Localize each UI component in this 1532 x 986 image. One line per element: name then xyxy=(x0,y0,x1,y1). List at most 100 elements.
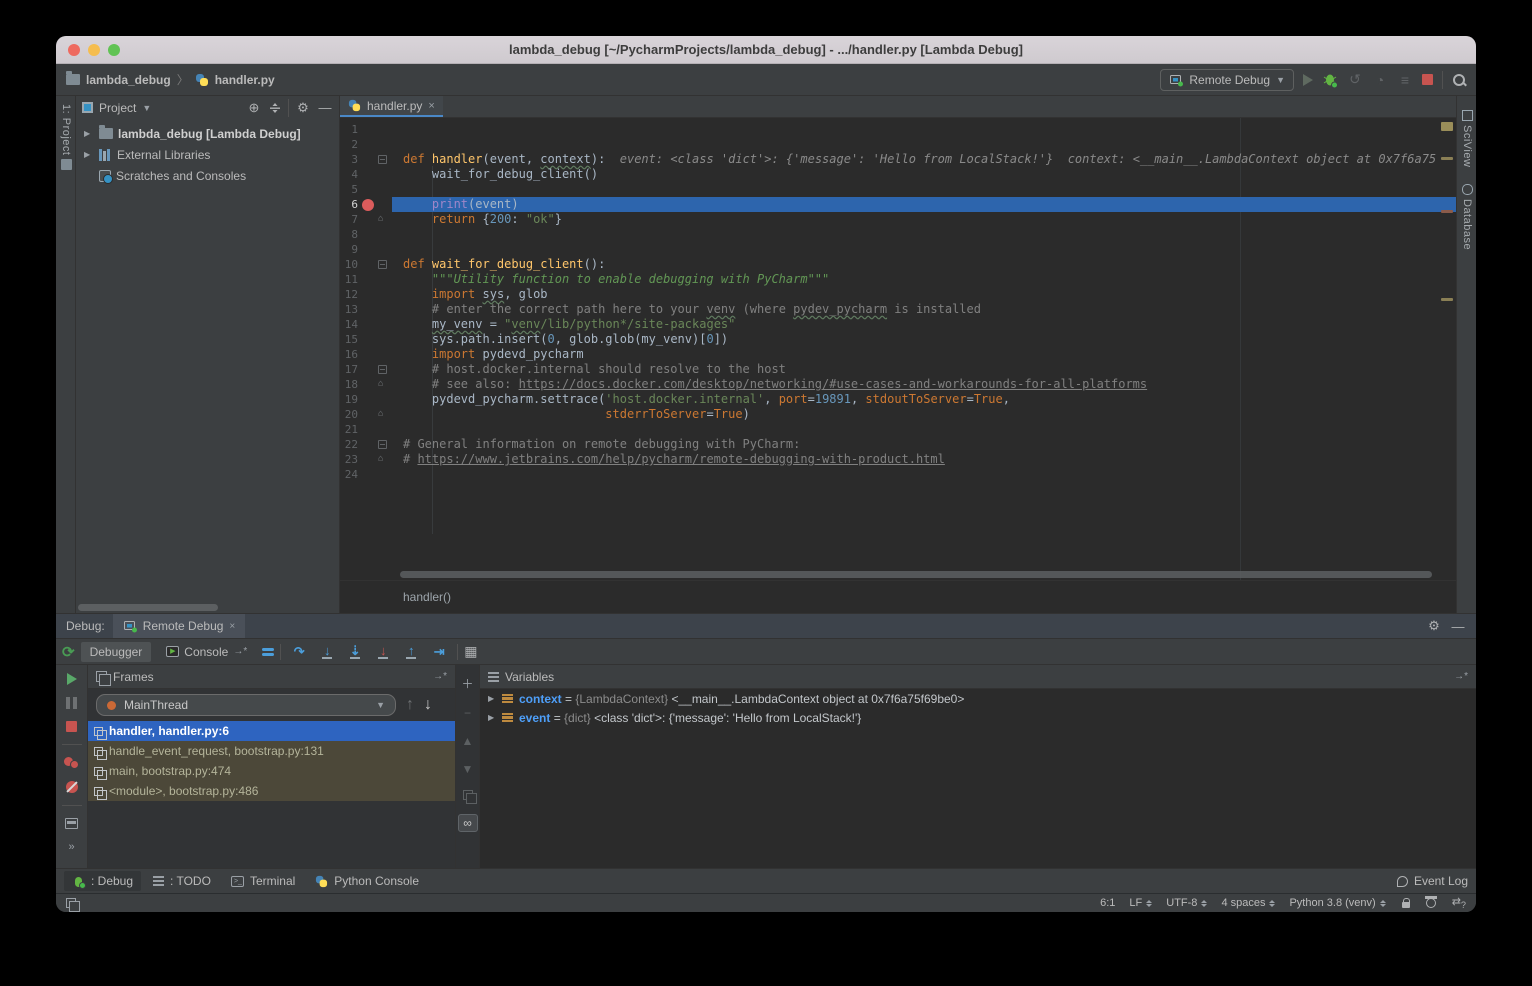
tree-item[interactable]: ▶lambda_debug [Lambda Debug] xyxy=(76,123,339,144)
hide-debug-icon[interactable]: — xyxy=(1450,619,1466,634)
code-line[interactable]: 23⌂# https://www.jetbrains.com/help/pych… xyxy=(340,452,1456,467)
run-configuration-selector[interactable]: Remote Debug ▼ xyxy=(1160,69,1294,91)
toolwindow-tab-terminal[interactable]: >_Terminal xyxy=(223,871,303,891)
restore-layout-icon[interactable] xyxy=(65,818,78,829)
force-step-into-icon[interactable]: ↓ xyxy=(371,642,395,662)
lock-icon[interactable] xyxy=(1402,902,1410,908)
tab-handler-py[interactable]: handler.py × xyxy=(340,96,443,117)
view-breakpoints-icon[interactable] xyxy=(64,757,80,769)
fold-marker[interactable]: ⌂ xyxy=(378,407,392,422)
code-line[interactable]: 7⌂ return {200: "ok"} xyxy=(340,212,1456,227)
run-to-cursor-icon[interactable]: ⇥ xyxy=(427,642,451,662)
code-line[interactable]: 11 """Utility function to enable debuggi… xyxy=(340,272,1456,287)
code-line[interactable]: 12 import sys, glob xyxy=(340,287,1456,302)
stop-icon[interactable] xyxy=(66,721,77,732)
variable-row[interactable]: ▶event = {dict} <class 'dict'>: {'messag… xyxy=(480,708,1476,727)
locate-file-icon[interactable]: ⊕ xyxy=(246,100,262,116)
frames-options-icon[interactable]: →* xyxy=(433,671,447,682)
step-out-icon[interactable]: ↑ xyxy=(399,642,423,662)
code-line[interactable]: 22# General information on remote debugg… xyxy=(340,437,1456,452)
breadcrumb-project[interactable]: lambda_debug xyxy=(86,73,171,87)
fold-marker[interactable]: ⌂ xyxy=(378,452,392,467)
fold-marker[interactable] xyxy=(378,260,392,269)
thread-selector[interactable]: MainThread ▼ xyxy=(96,694,396,716)
close-window-button[interactable] xyxy=(68,44,80,56)
more-actions-icon[interactable]: » xyxy=(68,841,74,853)
tab-console[interactable]: ▶ Console →* xyxy=(157,642,256,662)
project-hscrollbar[interactable] xyxy=(78,604,218,611)
code-line[interactable]: 21 xyxy=(340,422,1456,437)
code-line[interactable]: 20⌂ stderrToServer=True) xyxy=(340,407,1456,422)
code-line[interactable]: 3def handler(event, context): event: <cl… xyxy=(340,152,1456,167)
toolwindow-tab-pythonconsole[interactable]: Python Console xyxy=(307,871,427,891)
attach-profiler-icon[interactable]: ↺ xyxy=(1347,71,1363,88)
add-watch-icon[interactable]: ＋ xyxy=(461,675,473,692)
frame-row[interactable]: <module>, bootstrap.py:486 xyxy=(88,781,455,801)
event-log-button[interactable]: Event Log xyxy=(1397,874,1468,888)
resume-program-icon[interactable] xyxy=(67,673,77,685)
frame-row[interactable]: handle_event_request, bootstrap.py:131 xyxy=(88,741,455,761)
previous-frame-icon[interactable]: ↑ xyxy=(406,696,414,714)
code-line[interactable]: 14 my_venv = "venv/lib/python*/site-pack… xyxy=(340,317,1456,332)
code-line[interactable]: 2 xyxy=(340,137,1456,152)
code-line[interactable]: 15 sys.path.insert(0, glob.glob(my_venv)… xyxy=(340,332,1456,347)
expand-arrow-icon[interactable]: ▶ xyxy=(84,150,94,159)
collapse-all-icon[interactable] xyxy=(268,101,282,115)
close-session-icon[interactable]: × xyxy=(229,621,235,632)
fold-marker[interactable] xyxy=(378,365,392,374)
move-watch-down-icon[interactable]: ▼ xyxy=(462,762,474,776)
status-item[interactable]: LF xyxy=(1129,897,1152,909)
show-execution-point-icon[interactable] xyxy=(262,648,274,656)
step-into-my-code-icon[interactable]: ⇣ xyxy=(343,642,367,662)
coverage-icon[interactable]: ◔ xyxy=(1372,72,1388,88)
sidebar-tab-sciview[interactable]: SciView xyxy=(1457,110,1476,167)
next-frame-icon[interactable]: ↓ xyxy=(424,696,432,714)
stop-button[interactable] xyxy=(1422,74,1433,85)
code-line[interactable]: 17 # host.docker.internal should resolve… xyxy=(340,362,1456,377)
close-tab-icon[interactable]: × xyxy=(428,100,434,112)
evaluate-expression-icon[interactable]: ▦ xyxy=(464,643,477,660)
tree-item[interactable]: ▶External Libraries xyxy=(76,144,339,165)
project-panel-title[interactable]: Project xyxy=(99,101,136,115)
fold-marker[interactable]: ⌂ xyxy=(378,377,392,392)
code-line[interactable]: 1 xyxy=(340,122,1456,137)
code-line[interactable]: 6 print(event) xyxy=(340,197,1456,212)
minimize-window-button[interactable] xyxy=(88,44,100,56)
error-stripe[interactable] xyxy=(1437,118,1456,580)
chevron-down-icon[interactable]: ▼ xyxy=(142,103,151,113)
search-everywhere-icon[interactable] xyxy=(1452,73,1466,87)
code-line[interactable]: 8 xyxy=(340,227,1456,242)
toolwindow-toggle-icon[interactable] xyxy=(66,898,76,908)
status-item[interactable]: 6:1 xyxy=(1100,897,1115,909)
toolwindow-tab-debug[interactable]: : Debug xyxy=(64,871,141,891)
variables-options-icon[interactable]: →* xyxy=(1454,671,1468,682)
expand-arrow-icon[interactable]: ▶ xyxy=(84,129,94,138)
status-item[interactable]: UTF-8 xyxy=(1166,897,1207,909)
code-line[interactable]: 18⌂ # see also: https://docs.docker.com/… xyxy=(340,377,1456,392)
expand-arrow-icon[interactable]: ▶ xyxy=(488,694,496,703)
breadcrumb-file[interactable]: handler.py xyxy=(215,73,275,87)
breakpoint-icon[interactable] xyxy=(362,199,374,211)
status-item[interactable]: 4 spaces xyxy=(1221,897,1275,909)
profiler-icon[interactable]: ≡ xyxy=(1397,72,1413,88)
scope-breadcrumb[interactable]: handler() xyxy=(403,590,451,604)
fold-marker[interactable]: ⌂ xyxy=(378,212,392,227)
frame-row[interactable]: main, bootstrap.py:474 xyxy=(88,761,455,781)
sidebar-tab-project[interactable]: 1: Project xyxy=(56,104,76,170)
move-watch-up-icon[interactable]: ▲ xyxy=(462,734,474,748)
expand-arrow-icon[interactable]: ▶ xyxy=(488,713,496,722)
pause-program-icon[interactable] xyxy=(66,697,77,709)
step-over-icon[interactable]: ↷ xyxy=(287,642,311,662)
debug-button[interactable] xyxy=(1322,72,1338,88)
toolwindow-tab-todo[interactable]: : TODO xyxy=(145,871,219,891)
zoom-window-button[interactable] xyxy=(108,44,120,56)
frame-row[interactable]: handler, handler.py:6 xyxy=(88,721,455,741)
mute-breakpoints-icon[interactable] xyxy=(66,781,78,793)
tab-debugger[interactable]: Debugger xyxy=(81,642,152,662)
code-line[interactable]: 10def wait_for_debug_client(): xyxy=(340,257,1456,272)
remove-watch-icon[interactable]: − xyxy=(464,706,471,720)
gear-icon[interactable]: ⚙ xyxy=(1426,618,1442,634)
rerun-debug-icon[interactable]: ⟳ xyxy=(62,643,75,661)
code-editor[interactable]: 123def handler(event, context): event: <… xyxy=(340,118,1456,580)
evaluate-in-context-icon[interactable]: ∞ xyxy=(458,814,478,832)
